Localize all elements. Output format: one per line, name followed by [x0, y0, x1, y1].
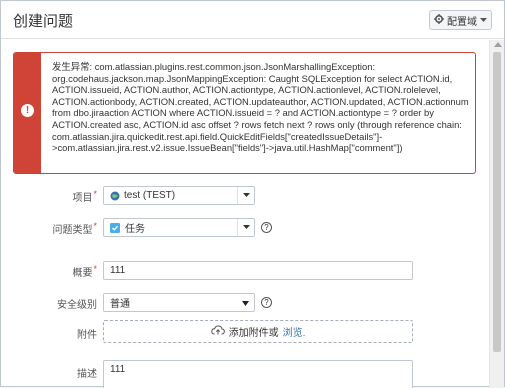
chevron-down-icon — [480, 15, 487, 26]
security-level-select[interactable]: 普通 — [103, 293, 255, 312]
create-issue-dialog: 创建问题 配置域 ! 发生异常: com.atlassian.plugins.r… — [0, 0, 505, 388]
error-message-box: ! 发生异常: com.atlassian.plugins.rest.commo… — [13, 52, 476, 174]
attachment-label: 附件 — [77, 330, 97, 341]
error-indicator-bar: ! — [14, 53, 41, 173]
browse-link[interactable]: 浏览. — [283, 324, 306, 339]
issue-type-value: 任务 — [125, 224, 145, 235]
dialog-content: ! 发生异常: com.atlassian.plugins.rest.commo… — [1, 40, 489, 388]
scrollbar[interactable] — [489, 40, 504, 388]
configure-fields-label: 配置域 — [447, 16, 477, 28]
scrollbar-thumb[interactable] — [493, 52, 501, 352]
error-message-text: 发生异常: com.atlassian.plugins.rest.common.… — [52, 61, 469, 154]
chevron-down-icon — [242, 299, 249, 310]
description-input[interactable]: 111 — [103, 360, 413, 388]
project-icon — [110, 191, 120, 201]
dialog-title: 创建问题 — [13, 13, 74, 30]
chevron-down-icon[interactable] — [237, 219, 254, 236]
task-icon — [110, 222, 120, 233]
project-select[interactable]: test (TEST) — [103, 186, 255, 205]
chevron-down-icon[interactable] — [237, 187, 254, 204]
dialog-header: 创建问题 配置域 — [1, 1, 504, 39]
description-label: 描述 — [77, 369, 97, 380]
attachment-add-text: 添加附件或 — [228, 328, 279, 339]
summary-label: 概要* — [72, 264, 97, 279]
issue-type-label: 问题类型* — [52, 221, 97, 236]
project-value: test (TEST) — [124, 190, 176, 201]
scroll-up-arrow-icon[interactable] — [494, 42, 502, 47]
exclamation-icon: ! — [21, 104, 34, 117]
attachment-dropzone[interactable]: 添加附件或 浏览. — [103, 320, 413, 343]
configure-fields-button[interactable]: 配置域 — [429, 10, 492, 30]
summary-input[interactable]: 111 — [103, 261, 413, 280]
security-level-label: 安全级别 — [57, 300, 97, 311]
issue-type-select[interactable]: 任务 — [103, 218, 255, 237]
security-level-value: 普通 — [110, 299, 130, 310]
gear-icon — [434, 13, 444, 27]
cloud-upload-icon — [210, 325, 225, 338]
help-icon[interactable]: ? — [261, 222, 272, 233]
project-label: 项目* — [72, 189, 97, 204]
help-icon[interactable]: ? — [261, 297, 272, 308]
